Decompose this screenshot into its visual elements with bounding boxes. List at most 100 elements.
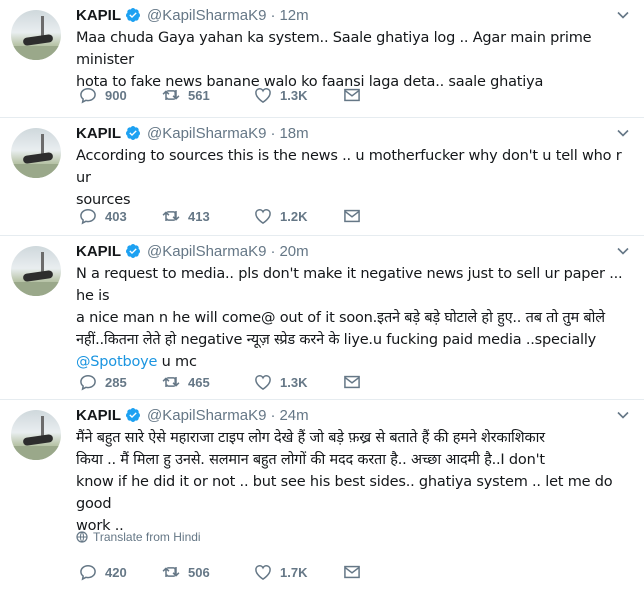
retweet-count: 413 xyxy=(188,208,210,224)
tweet[interactable]: KAPIL @KapilSharmaK9 · 18m According to … xyxy=(0,118,644,236)
reply-icon xyxy=(80,87,96,104)
reply-button[interactable]: 900 xyxy=(78,85,161,105)
tweet-text-line: मैंने बहुत सारे ऐसे महाराजा टाइप लोग देख… xyxy=(76,430,545,446)
user-handle[interactable]: @KapilSharmaK9 xyxy=(147,7,266,24)
separator-dot: · xyxy=(270,406,276,424)
tweet-text: मैंने बहुत सारे ऐसे महाराजा टाइप लोग देख… xyxy=(76,427,632,537)
tweet-header: KAPIL @KapilSharmaK9 · 18m xyxy=(76,123,309,143)
chevron-down-icon[interactable] xyxy=(616,8,630,22)
direct-message-button[interactable] xyxy=(342,206,362,226)
tweet-header: KAPIL @KapilSharmaK9 · 12m xyxy=(76,5,309,25)
envelope-icon xyxy=(344,375,360,389)
translate-link[interactable]: Translate from Hindi xyxy=(76,530,201,544)
like-count: 1.3K xyxy=(280,87,308,103)
user-handle[interactable]: @KapilSharmaK9 xyxy=(147,125,266,142)
like-button[interactable]: 1.3K xyxy=(253,372,342,392)
tweet-feed: KAPIL @KapilSharmaK9 · 12m Maa chuda Gay… xyxy=(0,0,644,593)
retweet-count: 506 xyxy=(188,564,210,580)
tweet-text: N a request to media.. pls don't make it… xyxy=(76,263,632,373)
avatar[interactable] xyxy=(11,128,61,178)
globe-icon xyxy=(76,531,88,543)
envelope-icon xyxy=(344,209,360,223)
retweet-icon xyxy=(162,211,180,221)
heart-icon xyxy=(255,88,271,103)
retweet-icon xyxy=(162,567,180,577)
heart-icon xyxy=(255,209,271,224)
like-button[interactable]: 1.3K xyxy=(253,85,342,105)
tweet-header: KAPIL @KapilSharmaK9 · 24m xyxy=(76,405,309,425)
display-name[interactable]: KAPIL xyxy=(76,243,121,260)
tweet-actions: 403 413 1.2K xyxy=(78,206,362,226)
chevron-down-icon[interactable] xyxy=(616,244,630,258)
tweet-actions: 285 465 1.3K xyxy=(78,372,362,392)
reply-button[interactable]: 285 xyxy=(78,372,161,392)
avatar[interactable] xyxy=(11,10,61,60)
tweet-actions: 900 561 1.3K xyxy=(78,85,362,105)
retweet-button[interactable]: 506 xyxy=(161,562,253,582)
reply-button[interactable]: 420 xyxy=(78,562,161,582)
retweet-button[interactable]: 465 xyxy=(161,372,253,392)
tweet[interactable]: KAPIL @KapilSharmaK9 · 24m मैंने बहुत सा… xyxy=(0,400,644,593)
direct-message-button[interactable] xyxy=(342,562,362,582)
verified-badge-icon xyxy=(126,8,140,22)
separator-dot: · xyxy=(270,124,276,142)
display-name[interactable]: KAPIL xyxy=(76,125,121,142)
verified-badge-icon xyxy=(126,126,140,140)
like-count: 1.3K xyxy=(280,374,308,390)
direct-message-button[interactable] xyxy=(342,85,362,105)
chevron-down-icon[interactable] xyxy=(616,126,630,140)
separator-dot: · xyxy=(270,6,276,24)
reply-icon xyxy=(80,374,96,391)
reply-count: 900 xyxy=(105,87,127,103)
display-name[interactable]: KAPIL xyxy=(76,7,121,24)
like-button[interactable]: 1.2K xyxy=(253,206,342,226)
heart-icon xyxy=(255,375,271,390)
tweet-text-line: N a request to media.. pls don't make it… xyxy=(76,266,623,304)
display-name[interactable]: KAPIL xyxy=(76,407,121,424)
heart-icon xyxy=(255,565,271,580)
chevron-down-icon[interactable] xyxy=(616,408,630,422)
tweet-actions: 420 506 1.7K xyxy=(78,562,362,582)
envelope-icon xyxy=(344,565,360,579)
avatar[interactable] xyxy=(11,246,61,296)
tweet-text: According to sources this is the news ..… xyxy=(76,145,632,211)
avatar[interactable] xyxy=(11,410,61,460)
tweet-text-line: a nice man n he will come@ out of it soo… xyxy=(76,310,605,326)
reply-icon xyxy=(80,208,96,225)
tweet[interactable]: KAPIL @KapilSharmaK9 · 12m Maa chuda Gay… xyxy=(0,0,644,118)
timestamp[interactable]: 12m xyxy=(279,7,308,24)
retweet-count: 561 xyxy=(188,87,210,103)
tweet-text-line: According to sources this is the news ..… xyxy=(76,148,622,186)
retweet-button[interactable]: 413 xyxy=(161,206,253,226)
like-count: 1.2K xyxy=(280,208,308,224)
retweet-button[interactable]: 561 xyxy=(161,85,253,105)
envelope-icon xyxy=(344,88,360,102)
reply-button[interactable]: 403 xyxy=(78,206,161,226)
user-handle[interactable]: @KapilSharmaK9 xyxy=(147,407,266,424)
retweet-icon xyxy=(162,377,180,387)
timestamp[interactable]: 24m xyxy=(279,407,308,424)
tweet-text-line: नहीं..कितना लेते हो negative न्यूज़ स्प्… xyxy=(76,332,597,348)
verified-badge-icon xyxy=(126,408,140,422)
tweet-text-tail: u mc xyxy=(157,354,197,370)
verified-badge-icon xyxy=(126,244,140,258)
tweet-text: Maa chuda Gaya yahan ka system.. Saale g… xyxy=(76,27,632,93)
retweet-icon xyxy=(162,90,180,100)
translate-label: Translate from Hindi xyxy=(93,530,201,544)
like-button[interactable]: 1.7K xyxy=(253,562,342,582)
tweet-text-line: Maa chuda Gaya yahan ka system.. Saale g… xyxy=(76,30,592,68)
reply-count: 403 xyxy=(105,208,127,224)
reply-count: 285 xyxy=(105,374,127,390)
separator-dot: · xyxy=(270,242,276,260)
direct-message-button[interactable] xyxy=(342,372,362,392)
reply-icon xyxy=(80,564,96,581)
timestamp[interactable]: 18m xyxy=(279,125,308,142)
mention-link[interactable]: @Spotboye xyxy=(76,354,157,370)
user-handle[interactable]: @KapilSharmaK9 xyxy=(147,243,266,260)
tweet-text-line: किया .. मैं मिला हु उनसे. सलमान बहुत लोग… xyxy=(76,452,545,468)
tweet-header: KAPIL @KapilSharmaK9 · 20m xyxy=(76,241,309,261)
tweet[interactable]: KAPIL @KapilSharmaK9 · 20m N a request t… xyxy=(0,236,644,400)
tweet-text-line: @Spotboye u mc xyxy=(76,351,632,373)
tweet-text-line: know if he did it or not .. but see his … xyxy=(76,474,613,512)
timestamp[interactable]: 20m xyxy=(279,243,308,260)
